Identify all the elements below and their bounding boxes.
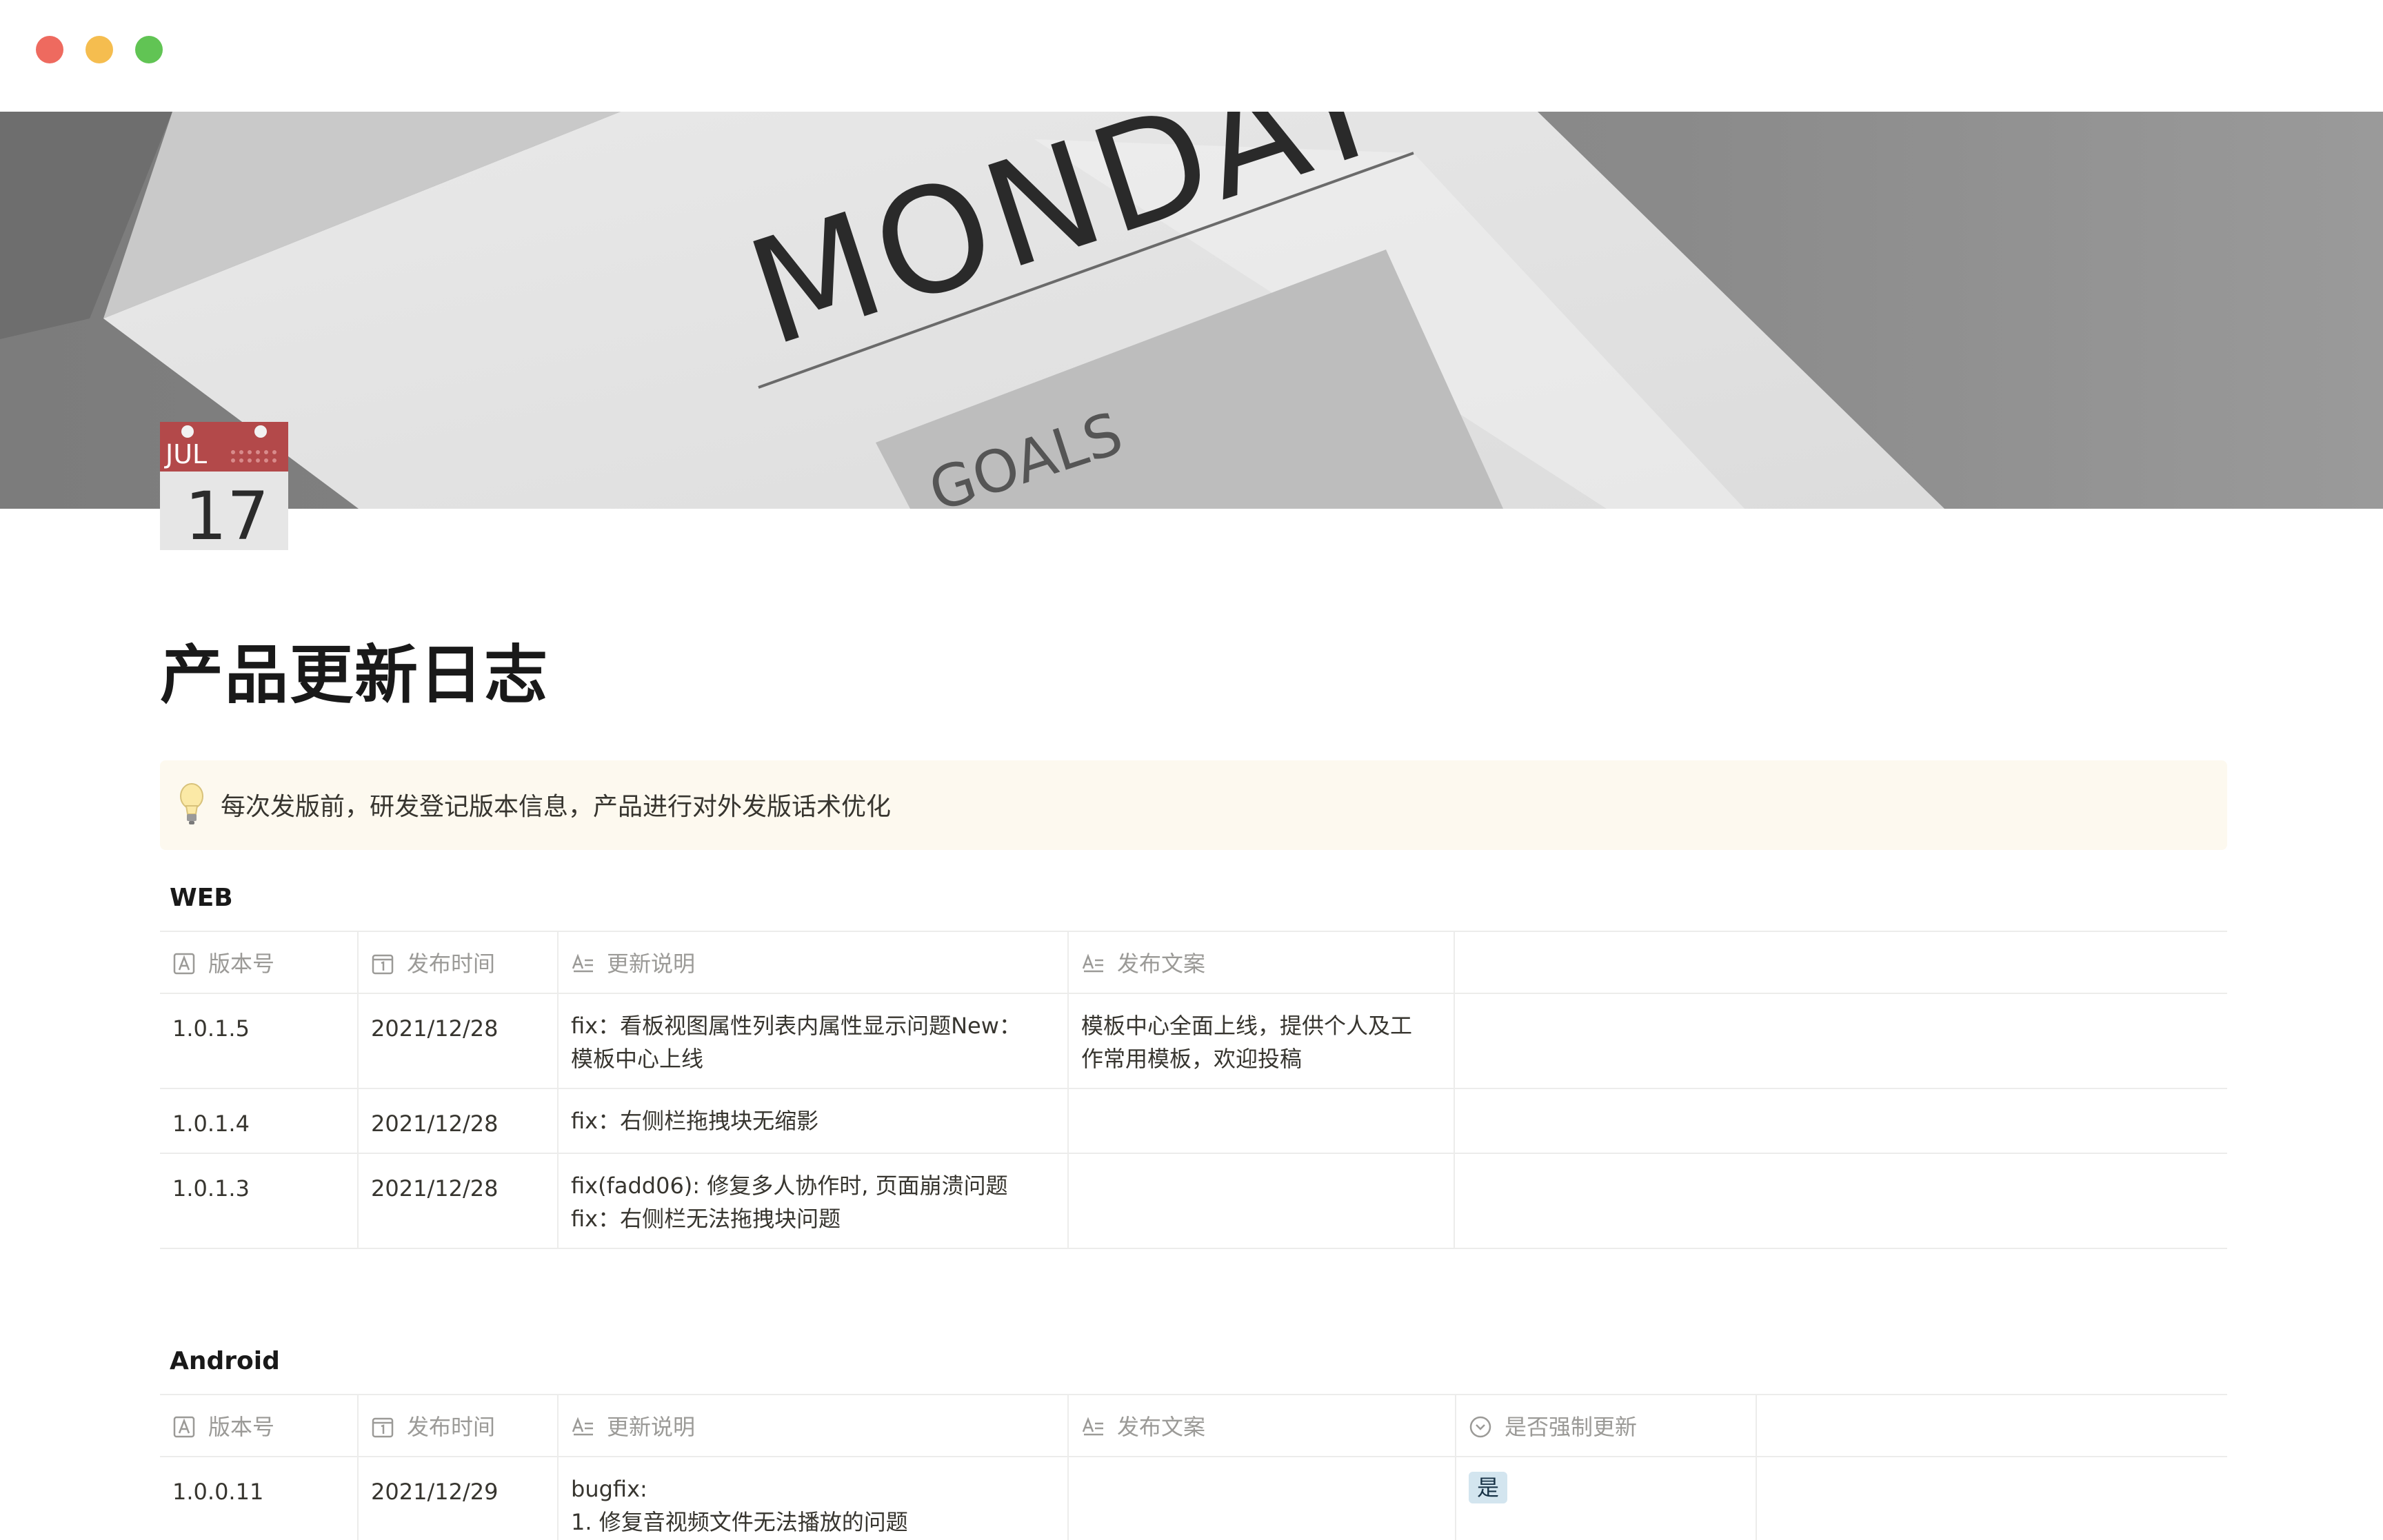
close-window-button[interactable] — [36, 36, 63, 63]
column-header-empty[interactable] — [1757, 1395, 2227, 1456]
date-property-icon — [372, 954, 394, 975]
empty-cell[interactable] — [1455, 1089, 2227, 1153]
version-cell[interactable]: 1.0.0.11 — [160, 1457, 359, 1540]
longtext-property-icon — [1082, 1417, 1103, 1436]
date-cell[interactable]: 2021/12/29 — [359, 1457, 559, 1540]
copy-cell[interactable] — [1069, 1154, 1455, 1248]
date-cell[interactable]: 2021/12/28 — [359, 994, 559, 1088]
column-header-empty[interactable] — [1455, 932, 2227, 993]
column-header-date[interactable]: 发布时间 — [359, 1395, 559, 1456]
web-table-title[interactable]: WEB — [170, 884, 233, 912]
callout-text: 每次发版前，研发登记版本信息，产品进行对外发版话术优化 — [221, 793, 892, 821]
select-property-icon — [1469, 1416, 1491, 1438]
copy-cell[interactable] — [1069, 1457, 1456, 1540]
version-cell[interactable]: 1.0.1.3 — [160, 1154, 359, 1248]
table-row[interactable]: 1.0.1.3 2021/12/28 fix(fadd06): 修复多人协作时,… — [160, 1154, 2227, 1249]
empty-cell[interactable] — [1455, 1154, 2227, 1248]
longtext-property-icon — [572, 953, 593, 973]
minimize-window-button[interactable] — [86, 36, 113, 63]
copy-cell[interactable] — [1069, 1089, 1455, 1153]
table-row[interactable]: 1.0.1.4 2021/12/28 fix：右侧栏拖拽块无缩影 — [160, 1089, 2227, 1154]
column-header-date[interactable]: 发布时间 — [359, 932, 559, 993]
page-cover-image: MONDAY GOALS — [0, 112, 2383, 509]
android-table-header: 版本号 发布时间 更新说明 发布文案 是否强制更新 — [160, 1394, 2227, 1457]
window-titlebar — [0, 0, 2383, 112]
date-property-icon — [372, 1417, 394, 1438]
column-header-version[interactable]: 版本号 — [160, 932, 359, 993]
column-header-copy[interactable]: 发布文案 — [1069, 932, 1455, 993]
calendar-icon[interactable]: JUL 17 — [160, 422, 288, 555]
column-header-notes[interactable]: 更新说明 — [559, 932, 1069, 993]
longtext-property-icon — [1082, 953, 1103, 973]
page-title[interactable]: 产品更新日志 — [160, 624, 549, 716]
table-row[interactable]: 1.0.1.5 2021/12/28 fix：看板视图属性列表内属性显示问题Ne… — [160, 994, 2227, 1089]
version-cell[interactable]: 1.0.1.4 — [160, 1089, 359, 1153]
lightbulb-icon — [180, 783, 203, 824]
empty-cell[interactable] — [1455, 994, 2227, 1088]
table-row[interactable]: 1.0.0.11 2021/12/29 bugfix: 1. 修复音视频文件无法… — [160, 1457, 2227, 1540]
copy-cell[interactable]: 模板中心全面上线，提供个人及工 作常用模板，欢迎投稿 — [1069, 994, 1455, 1088]
web-table-header: 版本号 发布时间 更新说明 发布文案 — [160, 931, 2227, 994]
date-cell[interactable]: 2021/12/28 — [359, 1154, 559, 1248]
notes-cell[interactable]: fix：右侧栏拖拽块无缩影 — [559, 1089, 1069, 1153]
longtext-property-icon — [572, 1417, 593, 1436]
text-property-icon — [173, 1416, 195, 1438]
web-table: 版本号 发布时间 更新说明 发布文案 1.0.1.5 2021/12/28 fi… — [160, 931, 2227, 1249]
empty-cell[interactable] — [1757, 1457, 2227, 1540]
version-cell[interactable]: 1.0.1.5 — [160, 994, 359, 1088]
calendar-icon-month: JUL — [164, 439, 207, 469]
force-update-tag[interactable]: 是 — [1469, 1472, 1508, 1503]
column-header-notes[interactable]: 更新说明 — [559, 1395, 1069, 1456]
notes-cell[interactable]: fix(fadd06): 修复多人协作时, 页面崩溃问题 fix：右侧栏无法拖拽… — [559, 1154, 1069, 1248]
notes-cell[interactable]: fix：看板视图属性列表内属性显示问题New： 模板中心上线 — [559, 994, 1069, 1088]
column-header-copy[interactable]: 发布文案 — [1069, 1395, 1456, 1456]
notes-cell[interactable]: bugfix: 1. 修复音视频文件无法播放的问题 — [559, 1457, 1069, 1540]
column-header-force-update[interactable]: 是否强制更新 — [1456, 1395, 1757, 1456]
column-header-version[interactable]: 版本号 — [160, 1395, 359, 1456]
text-property-icon — [173, 953, 195, 975]
date-cell[interactable]: 2021/12/28 — [359, 1089, 559, 1153]
force-update-cell[interactable]: 是 — [1456, 1457, 1757, 1540]
android-table: 版本号 发布时间 更新说明 发布文案 是否强制更新 1.0.0.11 2021/… — [160, 1394, 2227, 1540]
callout-block[interactable]: 每次发版前，研发登记版本信息，产品进行对外发版话术优化 — [160, 760, 2227, 850]
calendar-icon-day: 17 — [185, 478, 269, 550]
android-table-title[interactable]: Android — [170, 1347, 280, 1375]
maximize-window-button[interactable] — [135, 36, 163, 63]
